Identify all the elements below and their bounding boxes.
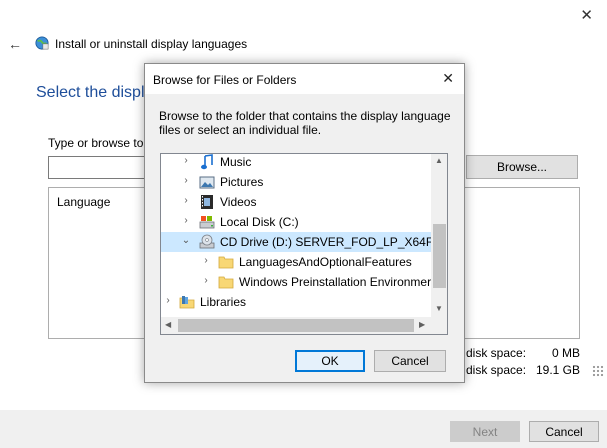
videos-icon [201, 195, 213, 209]
tree-item-music[interactable]: › Music [161, 154, 431, 172]
dialog-description: Browse to the folder that contains the d… [159, 109, 451, 137]
scroll-left-arrow-icon[interactable]: ◀ [165, 320, 171, 329]
dialog-cancel-button[interactable]: Cancel [374, 350, 446, 372]
ok-button[interactable]: OK [295, 350, 365, 372]
music-icon [201, 154, 213, 170]
back-arrow-icon[interactable]: ← [8, 36, 22, 52]
disk-space-available-value: 19.1 GB [535, 363, 580, 377]
tree-item-label: Pictures [220, 175, 264, 189]
expand-chevron-icon[interactable]: › [201, 275, 211, 286]
scroll-right-arrow-icon[interactable]: ▶ [419, 320, 425, 329]
dialog-close-icon[interactable]: ✕ [442, 70, 454, 87]
browse-button[interactable]: Browse... [466, 155, 578, 179]
dialog-titlebar[interactable]: Browse for Files or Folders ✕ [145, 64, 464, 94]
page-heading: Select the display language to install [36, 84, 146, 101]
pictures-icon [199, 176, 215, 189]
browse-dialog: Browse for Files or Folders ✕ Browse to … [144, 63, 465, 383]
folder-icon [218, 276, 234, 289]
tree-item-pictures[interactable]: › Pictures [161, 172, 431, 192]
wizard-title: Install or uninstall display languages [55, 37, 248, 51]
vertical-scroll-thumb[interactable] [433, 224, 446, 288]
collapse-chevron-icon[interactable]: ⌄ [181, 235, 191, 246]
disk-space-required-label: disk space: [466, 346, 527, 360]
tree-item-libraries[interactable]: › Libraries [161, 292, 431, 312]
tree-item-cd-drive[interactable]: ⌄ CD Drive (D:) SERVER_FOD_LP_X64FRE_M [161, 232, 447, 252]
folder-icon [218, 256, 234, 269]
tree-item-label: Videos [220, 195, 257, 209]
tree-item-winpe-folder[interactable]: › Windows Preinstallation Environmer [161, 272, 431, 292]
browse-location-label: Type or browse to the location of the di… [48, 136, 144, 150]
next-button[interactable]: Next [450, 421, 520, 442]
wizard-cancel-button[interactable]: Cancel [529, 421, 599, 442]
disk-space-available-label: disk space: [466, 363, 527, 377]
scroll-down-arrow-icon[interactable]: ▼ [435, 304, 443, 313]
language-column-header[interactable]: Language [57, 195, 110, 209]
local-disk-icon [199, 216, 215, 229]
folder-tree[interactable]: › Music › Pictures › Videos › Local Disk… [160, 153, 448, 335]
tree-item-label: Local Disk (C:) [220, 215, 299, 229]
location-path-input[interactable] [48, 156, 148, 179]
tree-item-label: Libraries [200, 295, 247, 309]
expand-chevron-icon[interactable]: › [181, 175, 191, 186]
tree-item-label: Windows Preinstallation Environmer [239, 275, 432, 289]
disk-space-required-value: 0 MB [551, 346, 580, 360]
language-globe-icon [35, 36, 49, 50]
tree-item-label: LanguagesAndOptionalFeatures [239, 255, 412, 269]
expand-chevron-icon[interactable]: › [181, 195, 191, 206]
libraries-icon [179, 296, 195, 309]
tree-vertical-scrollbar[interactable]: ▲ ▼ [431, 154, 447, 317]
resize-grip-icon[interactable] [592, 365, 604, 377]
expand-chevron-icon[interactable]: › [181, 215, 191, 226]
dialog-title: Browse for Files or Folders [153, 73, 297, 87]
tree-horizontal-scrollbar[interactable]: ◀ ▶ [161, 317, 431, 334]
window-close-icon[interactable]: ✕ [580, 6, 593, 24]
expand-chevron-icon[interactable]: › [163, 295, 173, 306]
expand-chevron-icon[interactable]: › [201, 255, 211, 266]
expand-chevron-icon[interactable]: › [181, 155, 191, 166]
tree-item-languages-folder[interactable]: › LanguagesAndOptionalFeatures [161, 252, 431, 272]
tree-item-label: Music [220, 155, 252, 169]
tree-item-label: CD Drive (D:) SERVER_FOD_LP_X64FRE_M [220, 235, 448, 249]
horizontal-scroll-thumb[interactable] [178, 319, 414, 332]
tree-item-videos[interactable]: › Videos [161, 192, 431, 212]
cd-drive-icon [199, 234, 215, 249]
tree-item-local-disk[interactable]: › Local Disk (C:) [161, 212, 431, 232]
scrollbar-corner [431, 317, 447, 334]
scroll-up-arrow-icon[interactable]: ▲ [435, 156, 443, 165]
